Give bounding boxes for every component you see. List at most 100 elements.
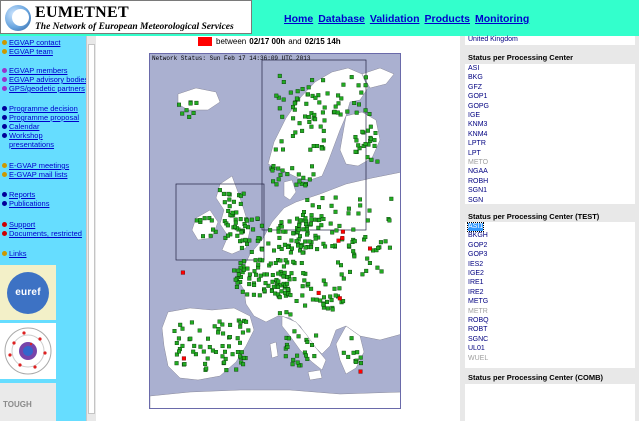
sidebar-item-egvap-contact[interactable]: EGVAP contact bbox=[2, 38, 60, 47]
bullet-icon bbox=[2, 115, 7, 120]
sidebar-item-label[interactable]: Programme decision bbox=[9, 104, 78, 113]
sidebar-item-programme-proposal[interactable]: Programme proposal bbox=[2, 113, 79, 122]
center-item-knm4[interactable]: KNM4 bbox=[468, 131, 487, 139]
station-marker bbox=[387, 218, 392, 223]
test-center-item-wuel[interactable]: WUEL bbox=[468, 355, 488, 363]
sidebar-item-label[interactable]: GPS/geodetic partners bbox=[9, 84, 85, 93]
sidebar-item-egvap-team[interactable]: EGVAP team bbox=[2, 47, 53, 56]
sidebar-item-label[interactable]: Links bbox=[9, 249, 27, 258]
station-marker bbox=[290, 133, 295, 138]
sidebar-item-advisory-bodies[interactable]: EGVAP advisory bodies bbox=[2, 75, 86, 84]
network-status-map[interactable]: Network Status: Sun Feb 17 14:36:09 UTC … bbox=[149, 53, 401, 409]
sidebar-scrollbar[interactable] bbox=[86, 36, 96, 421]
sidebar-item-egvap-members[interactable]: EGVAP members bbox=[2, 66, 68, 75]
nav-products-link[interactable]: Products bbox=[424, 13, 470, 25]
test-center-item-gop3[interactable]: GOP3 bbox=[468, 251, 487, 259]
center-item-gopg[interactable]: GOPG bbox=[468, 103, 489, 111]
sidebar-item-label[interactable]: EGVAP team bbox=[9, 47, 53, 56]
sidebar-item-label[interactable]: E-GVAP meetings bbox=[9, 161, 69, 170]
sidebar-item-label[interactable]: Programme proposal bbox=[9, 113, 79, 122]
center-item-asi[interactable]: ASI bbox=[468, 65, 479, 73]
test-center-item-gop2[interactable]: GOP2 bbox=[468, 242, 487, 250]
center-item-sgn1[interactable]: SGN1 bbox=[468, 187, 487, 195]
test-center-item-ire2[interactable]: IRE2 bbox=[468, 289, 484, 297]
center-item-lpt[interactable]: LPT bbox=[468, 150, 481, 158]
station-marker bbox=[222, 200, 227, 205]
station-marker bbox=[268, 228, 273, 233]
test-center-item-ul01[interactable]: UL01 bbox=[468, 345, 485, 353]
center-item-gfz[interactable]: GFZ bbox=[468, 84, 482, 92]
sidebar-item-label[interactable]: Workshop presentations bbox=[9, 131, 86, 149]
sidebar-item-label[interactable]: Publications bbox=[9, 199, 49, 208]
test-center-item-sgnc[interactable]: SGNC bbox=[468, 336, 488, 344]
station-marker bbox=[216, 330, 221, 335]
sidebar-item-publications[interactable]: Publications bbox=[2, 199, 49, 208]
sidebar-item-label[interactable]: Documents, restricted bbox=[9, 229, 82, 238]
polar-network-logo[interactable] bbox=[0, 323, 56, 379]
station-marker bbox=[247, 282, 252, 287]
test-center-item-metr[interactable]: METR bbox=[468, 308, 488, 316]
station-marker bbox=[232, 268, 237, 273]
center-item-lptr[interactable]: LPTR bbox=[468, 140, 486, 148]
station-marker bbox=[224, 368, 229, 373]
station-marker bbox=[300, 250, 305, 255]
station-marker bbox=[280, 114, 285, 119]
station-marker bbox=[281, 274, 286, 279]
center-item-sgn[interactable]: SGN bbox=[468, 197, 483, 205]
sidebar-item-label[interactable]: Support bbox=[9, 220, 35, 229]
sidebar-item-support[interactable]: Support bbox=[2, 220, 35, 229]
sidebar-item-meetings[interactable]: E-GVAP meetings bbox=[2, 161, 69, 170]
sidebar-item-gps-partners[interactable]: GPS/geodetic partners bbox=[2, 84, 85, 93]
station-marker bbox=[290, 105, 295, 110]
test-center-item-ies2[interactable]: IES2 bbox=[468, 261, 483, 269]
nav-validation-link[interactable]: Validation bbox=[370, 13, 420, 25]
eumetnet-logo[interactable]: EUMETNET The Network of European Meteoro… bbox=[0, 0, 252, 34]
test-center-item-bkgh[interactable]: BKGH bbox=[468, 232, 488, 240]
test-center-item-robt[interactable]: ROBT bbox=[468, 326, 487, 334]
sidebar-item-calendar[interactable]: Calendar bbox=[2, 122, 39, 131]
sidebar-item-label[interactable]: Reports bbox=[9, 190, 35, 199]
station-marker bbox=[378, 240, 383, 245]
station-marker bbox=[353, 149, 358, 154]
station-marker bbox=[235, 336, 240, 341]
center-item-gop1[interactable]: GOP1 bbox=[468, 93, 487, 101]
test-center-item-ige2[interactable]: IGE2 bbox=[468, 270, 484, 278]
station-marker bbox=[318, 298, 323, 303]
test-center-item-ire1[interactable]: IRE1 bbox=[468, 279, 484, 287]
nav-home-link[interactable]: Home bbox=[284, 13, 313, 25]
center-item-ngaa[interactable]: NGAA bbox=[468, 168, 488, 176]
euref-logo[interactable]: euref bbox=[0, 265, 56, 320]
scrollbar-thumb[interactable] bbox=[88, 44, 95, 414]
station-marker bbox=[333, 209, 338, 214]
station-marker bbox=[293, 130, 298, 135]
sidebar-item-label[interactable]: EGVAP advisory bodies bbox=[9, 75, 86, 84]
center-item-ige[interactable]: IGE bbox=[468, 112, 480, 120]
center-item-meto[interactable]: METO bbox=[468, 159, 488, 167]
nav-monitoring-link[interactable]: Monitoring bbox=[475, 13, 529, 25]
sidebar-item-links[interactable]: Links bbox=[2, 249, 27, 258]
station-marker bbox=[335, 260, 340, 265]
sidebar-item-mail-lists[interactable]: E-GVAP mail lists bbox=[2, 170, 67, 179]
tough-logo[interactable]: TOUGH bbox=[0, 383, 56, 421]
center-item-bkg[interactable]: BKG bbox=[468, 74, 483, 82]
test-center-item-asi1[interactable]: ASI1 bbox=[466, 222, 485, 232]
sidebar-item-reports[interactable]: Reports bbox=[2, 190, 35, 199]
sidebar-item-label[interactable]: EGVAP contact bbox=[9, 38, 60, 47]
station-marker bbox=[201, 234, 206, 239]
center-item-robh[interactable]: ROBH bbox=[468, 178, 488, 186]
station-marker bbox=[236, 272, 241, 277]
test-center-item-metg[interactable]: METG bbox=[468, 298, 488, 306]
station-marker bbox=[189, 320, 194, 325]
country-item-united-kingdom[interactable]: United Kingdom bbox=[468, 36, 518, 44]
sidebar-item-documents-restricted[interactable]: Documents, restricted bbox=[2, 229, 82, 238]
test-center-item-robq[interactable]: ROBQ bbox=[468, 317, 489, 325]
nav-database-link[interactable]: Database bbox=[318, 13, 365, 25]
sidebar-item-label[interactable]: Calendar bbox=[9, 122, 39, 131]
sidebar-item-programme-decision[interactable]: Programme decision bbox=[2, 104, 78, 113]
sidebar-item-workshop[interactable]: Workshop presentations bbox=[2, 131, 86, 149]
sidebar-item-label[interactable]: E-GVAP mail lists bbox=[9, 170, 67, 179]
station-marker bbox=[276, 177, 281, 182]
sidebar-item-label[interactable]: EGVAP members bbox=[9, 66, 68, 75]
center-item-knm3[interactable]: KNM3 bbox=[468, 121, 487, 129]
time-start: 02/17 00h bbox=[249, 36, 286, 46]
